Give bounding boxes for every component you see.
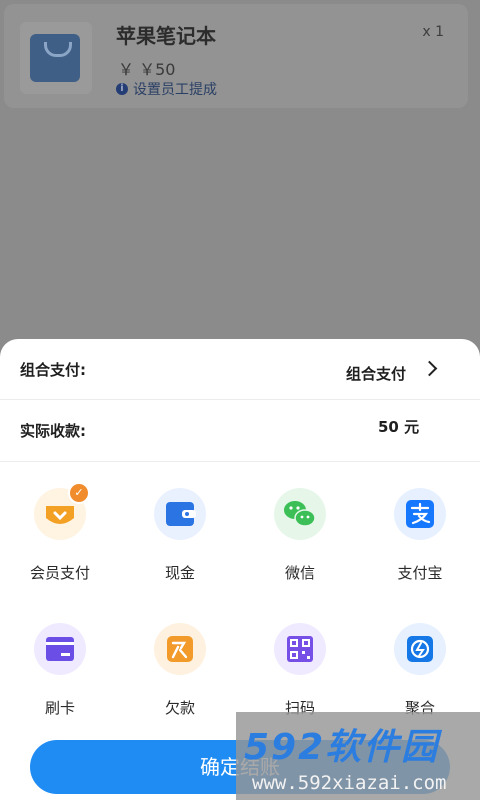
pay-method-label: 会员支付 (29, 564, 90, 582)
pay-method-label: 欠款 (164, 699, 195, 717)
product-price: ￥ ￥50 (118, 60, 176, 79)
pay-method-debt[interactable]: 欠款 (120, 623, 240, 723)
bag-icon (30, 34, 80, 82)
pay-method-label: 刷卡 (44, 699, 75, 717)
pay-method-wechat[interactable]: 微信 (240, 488, 360, 588)
alipay-icon (394, 488, 446, 540)
product-quantity: x 1 (422, 24, 444, 40)
info-icon: i (116, 83, 128, 95)
pay-method-vip[interactable]: ✓ 会员支付 (0, 482, 120, 588)
debt-icon (154, 623, 206, 675)
set-commission-link[interactable]: i 设置员工提成 (116, 79, 217, 99)
combo-payment-label: 组合支付: (20, 361, 86, 379)
set-commission-label: 设置员工提成 (133, 82, 217, 98)
aggregate-icon (394, 623, 446, 675)
pay-method-cash[interactable]: 现金 (120, 488, 240, 588)
wallet-icon (154, 488, 206, 540)
pay-method-aggregate[interactable]: 聚合 (360, 623, 480, 723)
actual-amount-value: 50 元 (378, 418, 420, 436)
watermark-title: 592软件园 (244, 727, 440, 768)
watermark-url: www.592xiazai.com (252, 772, 447, 794)
pay-method-alipay[interactable]: 支付宝 (360, 488, 480, 588)
actual-amount-row: 实际收款: 50 元 (0, 400, 480, 460)
pay-method-card[interactable]: 刷卡 (0, 623, 120, 723)
combo-payment-row[interactable]: 组合支付: 组合支付 (0, 339, 480, 399)
product-thumbnail (20, 22, 92, 94)
pay-method-scan[interactable]: 扫码 (240, 623, 360, 723)
actual-amount-label: 实际收款: (20, 422, 86, 440)
wechat-icon (274, 488, 326, 540)
pay-method-label: 现金 (164, 564, 195, 582)
product-name: 苹果笔记本 (116, 24, 216, 48)
selected-check-icon: ✓ (68, 482, 90, 504)
pay-method-label: 支付宝 (397, 564, 443, 582)
watermark: 592软件园 www.592xiazai.com (236, 712, 480, 800)
chevron-right-icon (421, 360, 438, 377)
combo-payment-value: 组合支付 (346, 365, 407, 383)
qr-icon (274, 623, 326, 675)
card-icon (34, 623, 86, 675)
product-card: 苹果笔记本 x 1 ￥ ￥50 i 设置员工提成 (4, 4, 468, 108)
pay-method-label: 微信 (284, 564, 315, 582)
divider (0, 461, 480, 462)
